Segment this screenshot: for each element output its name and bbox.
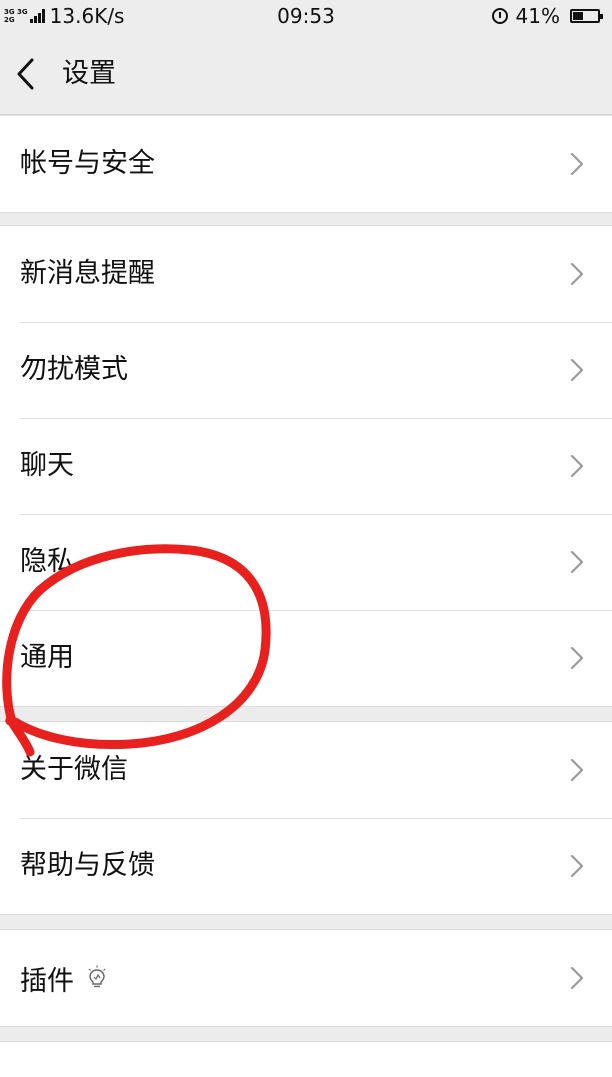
- lightbulb-icon: [88, 965, 106, 988]
- battery-percent: 41%: [515, 4, 560, 28]
- chevron-right-icon: [570, 358, 584, 382]
- chevron-right-icon: [570, 758, 584, 782]
- settings-item-account-security[interactable]: 帐号与安全: [0, 116, 612, 212]
- settings-item-label: 聊天: [20, 450, 74, 481]
- back-button[interactable]: [10, 52, 46, 96]
- settings-item-notifications[interactable]: 新消息提醒: [0, 226, 612, 322]
- settings-item-label: 帮助与反馈: [20, 850, 155, 881]
- chevron-right-icon: [570, 262, 584, 286]
- settings-item-privacy[interactable]: 隐私: [0, 514, 612, 610]
- settings-item-label: 关于微信: [20, 754, 128, 785]
- settings-item-about[interactable]: 关于微信: [0, 722, 612, 818]
- settings-screen: 3G 3G 2G 13.6K/s 09:53 41% 设置 帐号与安全 新消息提…: [0, 0, 612, 1077]
- settings-item-general[interactable]: 通用: [0, 610, 612, 706]
- page-title: 设置: [62, 58, 116, 89]
- chevron-left-icon: [17, 58, 34, 90]
- settings-item-chat[interactable]: 聊天: [0, 418, 612, 514]
- battery-icon: [570, 9, 603, 23]
- settings-item-do-not-disturb[interactable]: 勿扰模式: [0, 322, 612, 418]
- settings-item-label: 插件: [20, 965, 74, 997]
- settings-group-account: 帐号与安全: [0, 115, 612, 213]
- settings-item-label: 隐私: [20, 546, 74, 577]
- alarm-icon: [491, 8, 508, 24]
- status-right: 41%: [491, 4, 603, 28]
- settings-item-label: 勿扰模式: [20, 354, 128, 385]
- settings-item-plugins[interactable]: 插件: [0, 930, 612, 1026]
- chevron-right-icon: [570, 152, 584, 176]
- settings-group-main: 新消息提醒 勿扰模式 聊天 隐私 通用: [0, 225, 612, 707]
- chevron-right-icon: [570, 854, 584, 878]
- settings-item-label: 新消息提醒: [20, 258, 155, 289]
- settings-item-label: 通用: [20, 642, 74, 673]
- navigation-bar: 设置: [0, 34, 612, 115]
- chevron-right-icon: [570, 646, 584, 670]
- status-bar: 3G 3G 2G 13.6K/s 09:53 41%: [0, 0, 612, 34]
- settings-group-about: 关于微信 帮助与反馈: [0, 721, 612, 915]
- settings-item-label: 帐号与安全: [20, 148, 155, 179]
- settings-item-help-feedback[interactable]: 帮助与反馈: [0, 818, 612, 914]
- battery-level: [573, 12, 583, 20]
- settings-group-next-partial: [0, 1041, 612, 1077]
- chevron-right-icon: [570, 454, 584, 478]
- chevron-right-icon: [570, 550, 584, 574]
- settings-group-plugins: 插件: [0, 929, 612, 1027]
- settings-item-label-wrap: 插件: [20, 930, 108, 1026]
- chevron-right-icon: [570, 966, 584, 990]
